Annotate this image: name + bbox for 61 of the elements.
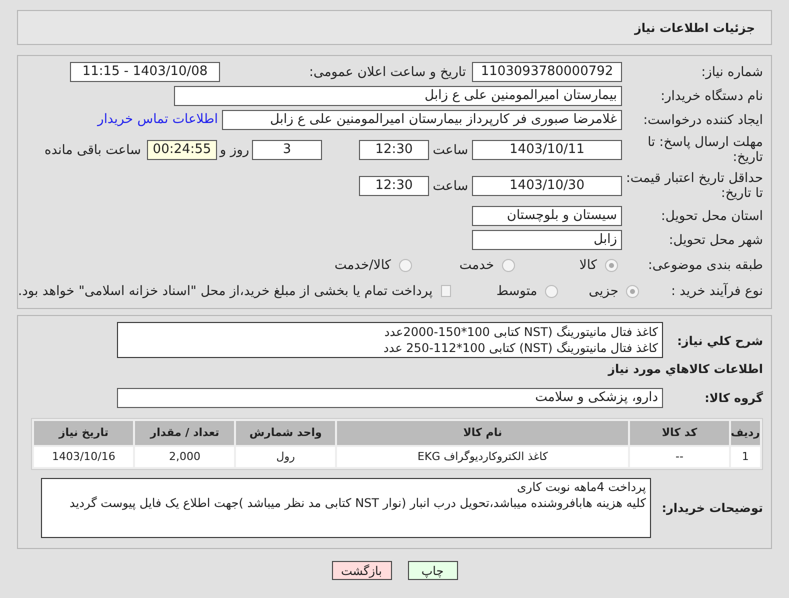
notes-textarea[interactable]: پرداخت 4ماهه نوبت کاری کلیه هزینه هابافروشنده میباشد،تحویل درب انبار (نوار NST کتابی مد نظر میباشد )جهت اطلاع یک فایل پیوست گردید <box>41 478 651 538</box>
field-label: استان محل تحویل: <box>660 208 763 224</box>
field-label: تاریخ و ساعت اعلان عمومی: <box>308 64 467 80</box>
table-cell: کاغذ الکتروکاردیوگراف EKG <box>337 447 628 467</box>
field-label: متوسط <box>496 284 538 298</box>
text-field[interactable]: دارو، پزشکی و سلامت <box>117 388 663 408</box>
text-field[interactable]: زابل <box>472 230 622 250</box>
table-cell: -- <box>630 447 729 467</box>
field-label: ساعت <box>432 178 470 194</box>
table-cell: 1 <box>730 447 760 467</box>
radio-button[interactable] <box>605 258 618 272</box>
description-textarea[interactable]: کاغذ فتال مانیتورینگ (NST کتابی 100*150-2000عدد کاغذ فتال مانیتورینگ (NST) کتابی 100*112-250 عدد <box>117 322 663 358</box>
contact-link[interactable]: اطلاعات تماس خریدار <box>98 110 222 130</box>
field-label: خدمت <box>459 258 494 272</box>
column-header: واحد شمارش <box>236 421 336 445</box>
text-field[interactable]: 1403/10/11 <box>472 140 622 160</box>
field-label: ایجاد کننده درخواست: <box>642 112 763 128</box>
field-label: حداقل تاریخ اعتبار قیمت: تا تاریخ: <box>624 171 763 201</box>
column-header: ردیف <box>730 421 760 445</box>
radio-button[interactable] <box>399 258 412 272</box>
field-label: کالا/خدمت <box>334 258 391 272</box>
text-field[interactable]: بیمارستان امیرالمومنین علی ع زابل <box>174 86 622 106</box>
back-button[interactable]: بازگشت <box>332 561 392 580</box>
text-field[interactable]: 3 <box>252 140 322 160</box>
field-label: ساعت <box>432 142 470 158</box>
checkbox[interactable] <box>440 285 452 297</box>
field-label: گروه کالا: <box>704 390 763 407</box>
field-label: پرداخت تمام یا بخشی از مبلغ خرید،از محل "اسناد خزانه اسلامی" خواهد بود. <box>18 284 433 298</box>
text-field[interactable]: 12:30 <box>359 176 429 196</box>
field-label: نوع فرآیند خرید : <box>670 284 763 298</box>
radio-button[interactable] <box>545 284 558 298</box>
column-header: نام کالا <box>337 421 628 445</box>
text-field[interactable]: سیستان و بلوچستان <box>472 206 622 226</box>
field-label: شماره نیاز: <box>700 64 763 80</box>
field-label: ساعت باقی مانده <box>47 142 142 158</box>
radio-button[interactable] <box>626 284 640 298</box>
text-field[interactable]: غلامرضا صبوری فر کارپرداز بیمارستان امیرالمومنین علی ع زابل <box>222 110 622 130</box>
field-label: روز و <box>218 142 250 158</box>
text-field[interactable]: 12:30 <box>359 140 429 160</box>
table-cell: 2,000 <box>135 447 234 467</box>
radio-button[interactable] <box>502 258 515 272</box>
field-label: نام دستگاه خریدار: <box>660 88 763 104</box>
field-label: مهلت ارسال پاسخ: تا تاریخ: <box>646 135 763 165</box>
field-label: توضیحات خریدار: <box>660 500 763 517</box>
text-field[interactable]: 1403/10/08 - 11:15 <box>70 62 220 82</box>
field-label: جزیی <box>588 284 618 298</box>
field-label: شهر محل تحویل: <box>668 232 763 248</box>
field-label: شرح کلي نياز: <box>676 333 763 350</box>
countdown-field[interactable]: 00:24:55 <box>147 140 217 160</box>
column-header: کد کالا <box>630 421 729 445</box>
section-heading: اطلاعات کالاهاي مورد نياز <box>606 361 763 378</box>
text-field[interactable]: 1403/10/30 <box>472 176 622 196</box>
page-title: جزئیات اطلاعات نیاز <box>634 20 755 36</box>
field-label: کالا <box>579 258 597 272</box>
table-cell: رول <box>236 447 336 467</box>
print-button[interactable]: چاپ <box>408 561 458 580</box>
text-field[interactable]: 1103093780000792 <box>472 62 622 82</box>
column-header: تعداد / مقدار <box>135 421 234 445</box>
column-header: تاریخ نیاز <box>34 421 134 445</box>
field-label: طبقه بندی موضوعی: <box>646 258 763 272</box>
table-cell: 1403/10/16 <box>34 447 134 467</box>
